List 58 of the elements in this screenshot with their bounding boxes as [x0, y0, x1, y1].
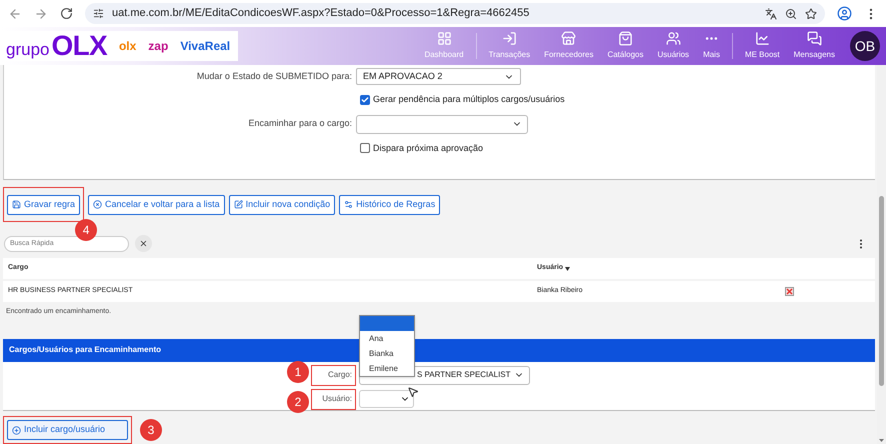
- action-button[interactable]: Cancelar e voltar para a lista: [88, 194, 225, 215]
- nav-item[interactable]: Mensagens: [786, 31, 842, 61]
- annotation-number: 1: [287, 360, 309, 383]
- users-icon: [666, 31, 681, 46]
- field-label: Mudar o Estado de SUBMETIDO para:: [196, 70, 353, 83]
- nav-item[interactable]: Fornecedores: [537, 31, 600, 61]
- add-cargo-user-button[interactable]: Incluir cargo/usuário: [7, 420, 128, 440]
- state-select[interactable]: EM APROVACAO 2: [356, 68, 521, 85]
- user-avatar[interactable]: OB: [850, 31, 880, 61]
- logo[interactable]: grupo OLX: [6, 32, 107, 60]
- forward-icon[interactable]: [34, 6, 48, 20]
- partner-logo[interactable]: zap: [148, 37, 168, 55]
- checkbox-label: Dispara próxima aprovação: [373, 142, 484, 155]
- chart-icon: [754, 31, 770, 46]
- checkbox[interactable]: [360, 94, 370, 105]
- settings-icon: [344, 200, 354, 210]
- profile-icon[interactable]: [837, 6, 852, 21]
- checkbox-label: Gerar pendência para múltiplos cargos/usuários: [373, 93, 565, 106]
- annotation-number: 2: [287, 390, 309, 413]
- dropdown-option[interactable]: Ana: [360, 331, 414, 346]
- nav-item[interactable]: Catálogos: [600, 31, 650, 61]
- chat-icon: [806, 31, 822, 46]
- save-icon: [12, 200, 21, 210]
- action-button[interactable]: Gravar regra: [7, 194, 80, 215]
- enter-icon: [502, 31, 517, 46]
- dropdown-option[interactable]: Emilene: [360, 361, 414, 376]
- url-text: uat.me.com.br/ME/EditaCondicoesWF.aspx?Estado=0&Processo=1&Regra=4662455: [112, 6, 530, 22]
- clear-search-button[interactable]: [135, 235, 152, 252]
- cancel-icon: [93, 200, 102, 210]
- annotation-number: 3: [140, 419, 162, 441]
- address-bar[interactable]: uat.me.com.br/ME/EditaCondicoesWF.aspx?Estado=0&Processo=1&Regra=4662455: [85, 3, 825, 24]
- nav-item[interactable]: ME Boost: [738, 31, 787, 61]
- site-settings-icon[interactable]: [93, 8, 104, 19]
- zoom-icon[interactable]: [785, 8, 797, 20]
- panel-title: Cargos/Usuários para Encaminhamento: [9, 344, 162, 356]
- field-label: Encaminhar para o cargo:: [247, 117, 353, 130]
- delete-icon[interactable]: [785, 287, 794, 296]
- translate-icon[interactable]: [765, 8, 777, 20]
- plus-icon: [12, 426, 21, 434]
- field-label: Usuário:: [322, 393, 352, 406]
- action-button[interactable]: Histórico de Regras: [339, 194, 440, 215]
- nav-item[interactable]: Usuários: [650, 31, 696, 61]
- sort-caret-icon: [565, 266, 570, 271]
- partner-logo[interactable]: VivaReal: [180, 37, 230, 55]
- mouse-cursor-icon: [407, 386, 419, 398]
- field-label: Cargo:: [328, 369, 352, 382]
- bookmark-icon[interactable]: [805, 8, 817, 20]
- edit-icon: [234, 200, 243, 210]
- dropdown-option[interactable]: Bianka: [360, 346, 414, 361]
- reload-icon[interactable]: [60, 7, 73, 20]
- store-icon: [561, 31, 576, 46]
- nav-item[interactable]: Mais: [696, 31, 727, 61]
- action-button[interactable]: Incluir nova condição: [228, 194, 336, 215]
- grid-icon: [436, 31, 452, 46]
- shopping-bag-icon: [618, 31, 633, 46]
- close-icon: [139, 239, 148, 248]
- checkbox[interactable]: [360, 143, 370, 154]
- back-icon[interactable]: [8, 6, 22, 20]
